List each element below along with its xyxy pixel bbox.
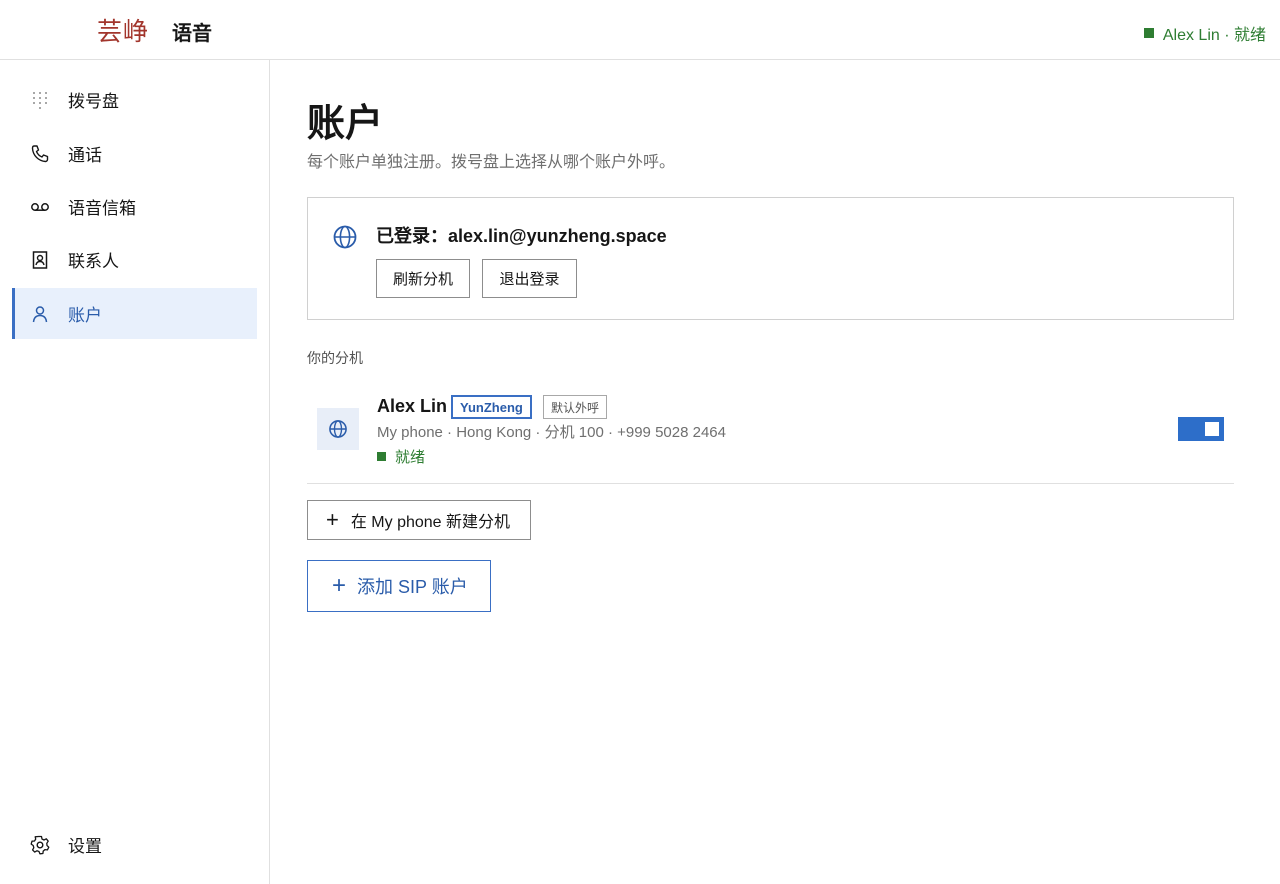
status-indicator-icon	[1143, 28, 1154, 38]
sidebar-item-label: 联系人	[68, 252, 119, 271]
extension-name: Alex Lin	[377, 396, 448, 416]
extension-row: Alex Lin YunZheng 默认外呼 My phone · Hong K…	[307, 390, 1234, 484]
extension-details: My phone · Hong Kong · 分机 100 · +999 502…	[377, 424, 726, 441]
globe-icon	[329, 420, 347, 438]
user-icon	[30, 304, 50, 324]
gear-icon	[30, 835, 50, 855]
refresh-extensions-button[interactable]: 刷新分机	[376, 259, 470, 298]
extension-icon-box	[317, 408, 359, 450]
voicemail-icon	[30, 197, 50, 217]
add-sip-account-button[interactable]: + 添加 SIP 账户	[307, 560, 491, 612]
brand-logo: 芸峥	[97, 17, 150, 46]
phone-icon	[30, 144, 50, 164]
extension-status-text: 就绪	[395, 449, 426, 466]
page-subtitle: 每个账户单独注册。拨号盘上选择从哪个账户外呼。	[307, 154, 676, 171]
plus-icon: +	[332, 572, 347, 599]
toggle-knob	[1205, 422, 1219, 436]
sidebar: 拨号盘 通话 语音信箱 联系人 账户 设置	[0, 60, 270, 884]
default-outbound-tag: 默认外呼	[543, 395, 608, 419]
page-title: 账户	[307, 103, 384, 145]
status-indicator-icon	[377, 452, 386, 461]
sidebar-item-dialpad[interactable]: 拨号盘	[12, 74, 257, 125]
logout-button[interactable]: 退出登录	[482, 259, 577, 298]
sidebar-item-settings[interactable]: 设置	[12, 819, 257, 870]
dialpad-icon	[30, 90, 50, 110]
sidebar-item-voicemail[interactable]: 语音信箱	[12, 181, 257, 232]
new-extension-button[interactable]: + 在 My phone 新建分机	[307, 500, 531, 540]
login-card: 已登录：alex.lin@yunzheng.space 刷新分机 退出登录	[307, 197, 1234, 320]
add-sip-label: 添加 SIP 账户	[357, 577, 468, 597]
user-status: Alex Lin · 就绪	[1143, 21, 1266, 45]
extension-enable-toggle[interactable]	[1178, 417, 1224, 441]
login-status-text: 已登录：alex.lin@yunzheng.space	[376, 226, 667, 246]
app-header: 芸峥 语音 Alex Lin · 就绪	[0, 0, 1280, 60]
plus-icon: +	[326, 507, 339, 532]
contact-card-icon	[30, 250, 50, 270]
brand-tag: YunZheng	[451, 395, 532, 419]
globe-icon	[332, 224, 358, 250]
sidebar-item-contacts[interactable]: 联系人	[12, 234, 257, 285]
extensions-heading: 你的分机	[307, 350, 363, 366]
sidebar-item-calls[interactable]: 通话	[12, 128, 257, 179]
extension-status: 就绪	[377, 446, 425, 467]
sidebar-item-label: 语音信箱	[68, 199, 136, 218]
app-name: 语音	[172, 23, 212, 45]
sidebar-item-label: 账户	[68, 306, 102, 325]
sidebar-item-label: 通话	[68, 146, 102, 165]
sidebar-item-label: 拨号盘	[68, 92, 119, 111]
new-extension-label: 在 My phone 新建分机	[350, 514, 511, 531]
user-status-text: Alex Lin · 就绪	[1162, 27, 1266, 44]
sidebar-item-accounts[interactable]: 账户	[12, 288, 257, 339]
sidebar-item-label: 设置	[68, 837, 102, 856]
